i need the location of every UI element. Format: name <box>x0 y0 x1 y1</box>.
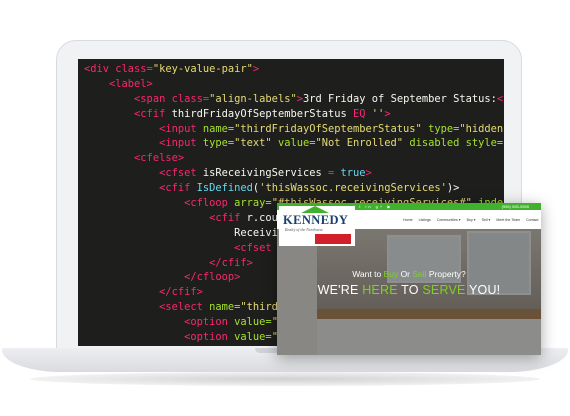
code-line: <div class="key-value-pair"> <box>84 62 504 77</box>
code-line: <cfset isReceivingServices = true> <box>84 166 504 181</box>
nav-link[interactable]: Listings <box>419 218 431 222</box>
code-token: <select <box>84 301 210 314</box>
hero-banner: Want to Buy Or Sell Property? WE'RE HERE… <box>277 229 541 355</box>
laptop-shadow <box>30 372 540 386</box>
nav-link[interactable]: Communities ▾ <box>437 218 461 222</box>
code-token: '' <box>371 107 385 120</box>
code-token: > <box>384 107 391 120</box>
brokerage-badge <box>315 234 351 244</box>
code-token: name= <box>209 301 241 314</box>
code-token: 3rd Friday of September Status: <box>302 92 497 105</box>
logo-tagline: Realty of the Northwest <box>285 227 323 232</box>
code-token: "align-labels" <box>209 92 297 105</box>
code-token: <cfset <box>84 167 203 180</box>
social-icons[interactable]: f t in g+ ▶ <box>353 204 392 209</box>
code-line: <input name="thirdFridayOfSeptemberStatu… <box>84 122 504 137</box>
code-token: EQ <box>353 107 372 120</box>
code-token: <input <box>84 137 203 150</box>
code-token: <input <box>84 122 203 135</box>
code-token: true <box>340 167 366 180</box>
code-token: <div class= <box>84 63 153 75</box>
nav-link[interactable]: Sell ▾ <box>482 218 491 222</box>
code-token: <cfset <box>84 241 278 254</box>
website-preview: f t in g+ ▶ (555) 555-5555 Home Listings C… <box>277 203 541 355</box>
code-token: </cfloop> <box>84 271 241 284</box>
code-token: name= <box>202 122 235 135</box>
code-line: <cfif thirdFridayOfSeptemberStatus EQ ''… <box>84 107 504 122</box>
code-token: value= <box>234 316 272 329</box>
code-token: )> <box>446 182 460 195</box>
code-token: Receiving <box>84 226 291 239</box>
house-roof-icon <box>301 206 329 213</box>
code-line: <cfif IsDefined('thisWassoc.receivingSer… <box>84 181 504 196</box>
code-token: <label> <box>84 77 153 90</box>
code-token: array= <box>234 197 272 210</box>
code-line: <span class="align-labels">3rd Friday of… <box>84 92 504 107</box>
code-token: </sp <box>496 92 504 105</box>
code-token: </cfif> <box>84 286 203 299</box>
nav-link[interactable]: Contact <box>526 218 538 222</box>
code-token: "Not Enrolled" <box>315 137 410 150</box>
nav-link[interactable]: Buy ▾ <box>467 218 476 222</box>
nav-link[interactable]: Meet the Team <box>496 218 520 222</box>
code-token: "wi <box>503 137 504 149</box>
code-token: <span class= <box>84 92 210 105</box>
code-token: value= <box>234 331 272 344</box>
code-token: <cfif <box>84 182 197 195</box>
code-token: = <box>327 167 341 180</box>
hero-heading: WE'RE HERE TO SERVE YOU! <box>317 283 501 297</box>
logo-name: KENNEDY <box>283 213 349 227</box>
code-line: <label> <box>84 77 504 92</box>
code-token: "text" <box>234 137 278 150</box>
code-token: style= <box>465 137 504 150</box>
code-token: IsDefined <box>196 182 253 195</box>
code-line: <input type="text" value="Not Enrolled" … <box>84 136 504 151</box>
code-token: 'thisWassoc.receivingServices' <box>259 182 447 195</box>
nav-link[interactable]: Home <box>403 218 413 222</box>
code-token: <cfelse> <box>84 152 185 165</box>
code-token: "hidden" <box>459 122 504 135</box>
code-token: "thirdFridayOfSeptemberStatus" <box>234 122 429 135</box>
code-token: <cfif <box>84 211 247 224</box>
code-token: isReceivingServices <box>202 167 328 180</box>
code-token: <option <box>84 316 235 329</box>
hero-subheading: Want to Buy Or Sell Property? <box>352 269 466 279</box>
code-token: <cfif <box>84 107 172 120</box>
code-token: > <box>252 63 260 75</box>
nav-links: Home Listings Communities ▾ Buy ▾ Sell ▾ Meet… <box>403 218 538 222</box>
code-line: <cfelse> <box>84 151 504 166</box>
code-token: <cfloop <box>84 197 235 210</box>
code-token: "key-value-pair" <box>152 63 253 75</box>
code-token: thirdFridayOfSeptemberStatus <box>171 107 354 120</box>
code-token: type= <box>202 137 235 150</box>
code-token: disabled <box>409 137 466 150</box>
site-logo[interactable]: KENNEDY Realty of the Northwest <box>279 206 355 246</box>
phone-number[interactable]: (555) 555-5555 <box>502 204 529 209</box>
code-token: </cfif> <box>84 256 253 269</box>
code-token: type= <box>428 122 460 135</box>
code-token: <option <box>84 331 235 344</box>
code-token: > <box>365 167 372 180</box>
code-token: value= <box>277 137 316 150</box>
